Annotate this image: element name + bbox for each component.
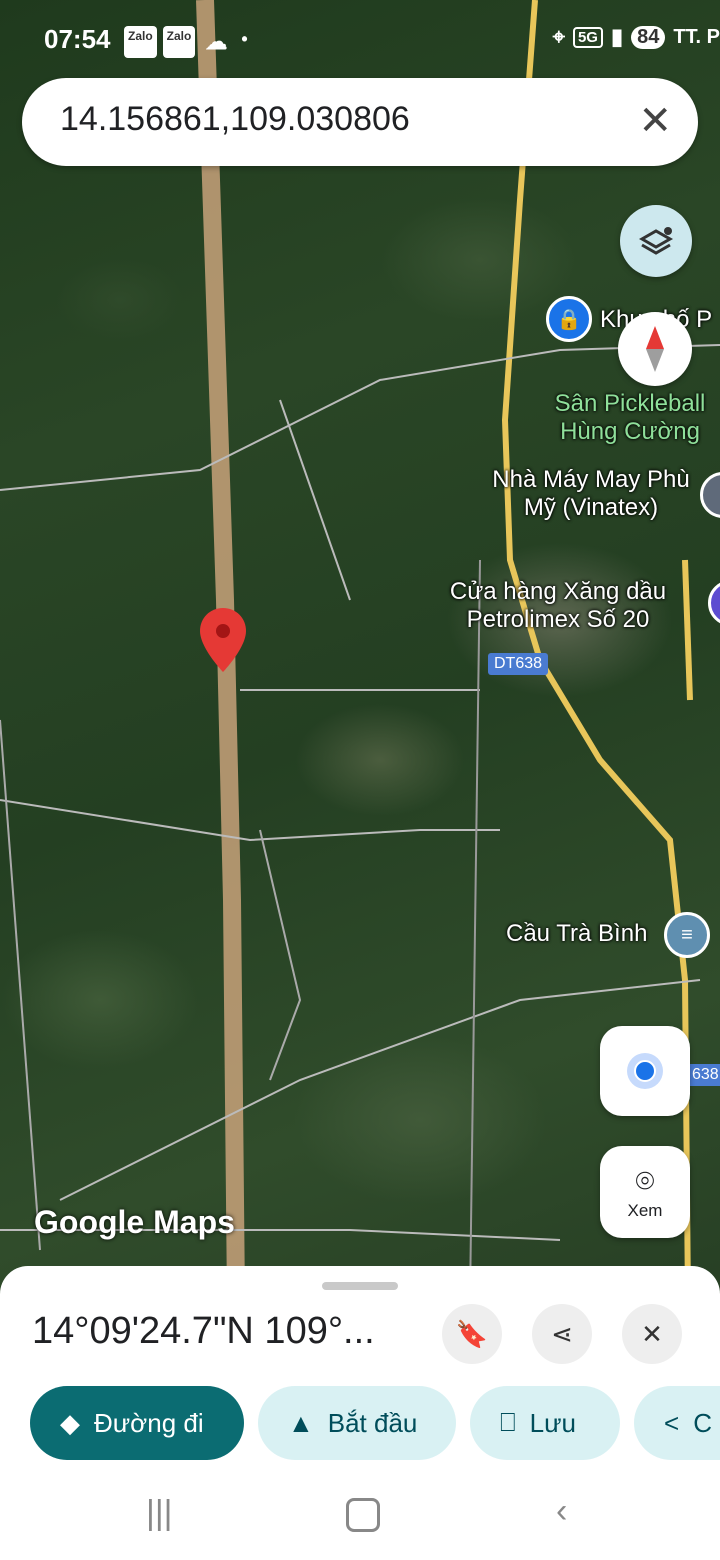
carrier-label: TT. P [673, 25, 720, 48]
navigation-arrow-icon: ▲ [288, 1407, 314, 1438]
directions-label: Đường đi [94, 1407, 204, 1438]
camera-icon: ⌾ [635, 1163, 655, 1199]
layers-icon [638, 227, 674, 255]
save-button[interactable]: ⎕ Lưu [470, 1386, 620, 1460]
cloud-icon: ☁ [205, 29, 228, 54]
bookmark-icon: 🔖 [455, 1318, 489, 1349]
directions-icon: ◆ [60, 1407, 80, 1438]
road-label-dt638: DT638 [488, 653, 549, 675]
lock-pin-icon[interactable]: 🔒 [546, 296, 592, 342]
system-nav-bar: ||| ‹ [0, 1492, 720, 1544]
search-query[interactable]: 14.156861,109.030806 [60, 100, 410, 139]
bottom-sheet[interactable]: 14°09'24.7"N 109°... 🔖 ⋖ ✕ ◆ Đường đi ▲ Bắ… [0, 1266, 720, 1560]
coordinates-title: 14°09'24.7"N 109°... [32, 1310, 375, 1352]
home-icon[interactable] [346, 1498, 380, 1532]
status-time: 07:54 [44, 24, 111, 54]
recent-apps-icon[interactable]: ||| [146, 1494, 173, 1533]
place-label-nha-may[interactable]: Nhà Máy May Phù Mỹ (Vinatex) [486, 466, 696, 522]
share-icon: ⋖ [551, 1318, 573, 1349]
lens-label: Xem [627, 1201, 663, 1220]
directions-button[interactable]: ◆ Đường đi [30, 1386, 244, 1460]
save-icon-button[interactable]: 🔖 [442, 1304, 502, 1364]
share-icon-button[interactable]: ⋖ [532, 1304, 592, 1364]
bridge-icon[interactable]: ≡ [664, 912, 710, 958]
share-label: C [693, 1407, 712, 1438]
compass-icon [646, 326, 664, 372]
share-button[interactable]: < C [634, 1386, 720, 1460]
status-notification-icons: Zalo Zalo ☁ • [124, 26, 252, 58]
dot-icon: • [241, 29, 248, 49]
zalo-icon: Zalo [162, 26, 196, 58]
bookmark-icon: ⎕ [500, 1407, 516, 1437]
compass-button[interactable] [618, 312, 692, 386]
save-label: Lưu [529, 1407, 576, 1438]
battery-icon: 84 [631, 25, 666, 49]
status-right: ⌖ 5G ▮ 84 TT. P [553, 24, 720, 50]
share-icon: < [664, 1407, 680, 1438]
search-bar[interactable]: 14.156861,109.030806 ✕ [22, 78, 698, 166]
layers-button[interactable] [620, 205, 692, 277]
google-maps-watermark: Google Maps [34, 1204, 235, 1240]
signal-icon: ▮ [610, 24, 624, 49]
close-sheet-button[interactable]: ✕ [622, 1304, 682, 1364]
lens-button[interactable]: ⌾ Xem [600, 1146, 690, 1238]
my-location-button[interactable] [600, 1026, 690, 1116]
start-button[interactable]: ▲ Bắt đầu [258, 1386, 456, 1460]
road-label-638: 638 [686, 1064, 720, 1086]
location-pin-icon[interactable] [198, 606, 248, 676]
status-bar: 07:54 Zalo Zalo ☁ • ⌖ 5G ▮ 84 TT. P [0, 22, 720, 58]
close-icon: ✕ [641, 1318, 663, 1349]
sheet-drag-handle[interactable] [322, 1282, 398, 1290]
clear-search-icon[interactable]: ✕ [638, 98, 672, 144]
back-icon[interactable]: ‹ [556, 1492, 567, 1531]
zalo-icon: Zalo [124, 26, 157, 58]
place-label-petrolimex[interactable]: Cửa hàng Xăng dầu Petrolimex Số 20 [440, 578, 676, 634]
place-label-cau-tra-binh[interactable]: Cầu Trà Bình [506, 920, 647, 948]
my-location-icon [627, 1053, 663, 1089]
place-label-pickleball[interactable]: Sân Pickleball Hùng Cường [540, 390, 720, 446]
start-label: Bắt đầu [327, 1407, 418, 1438]
location-status-icon: ⌖ [552, 24, 565, 49]
network-label: 5G [572, 26, 603, 48]
